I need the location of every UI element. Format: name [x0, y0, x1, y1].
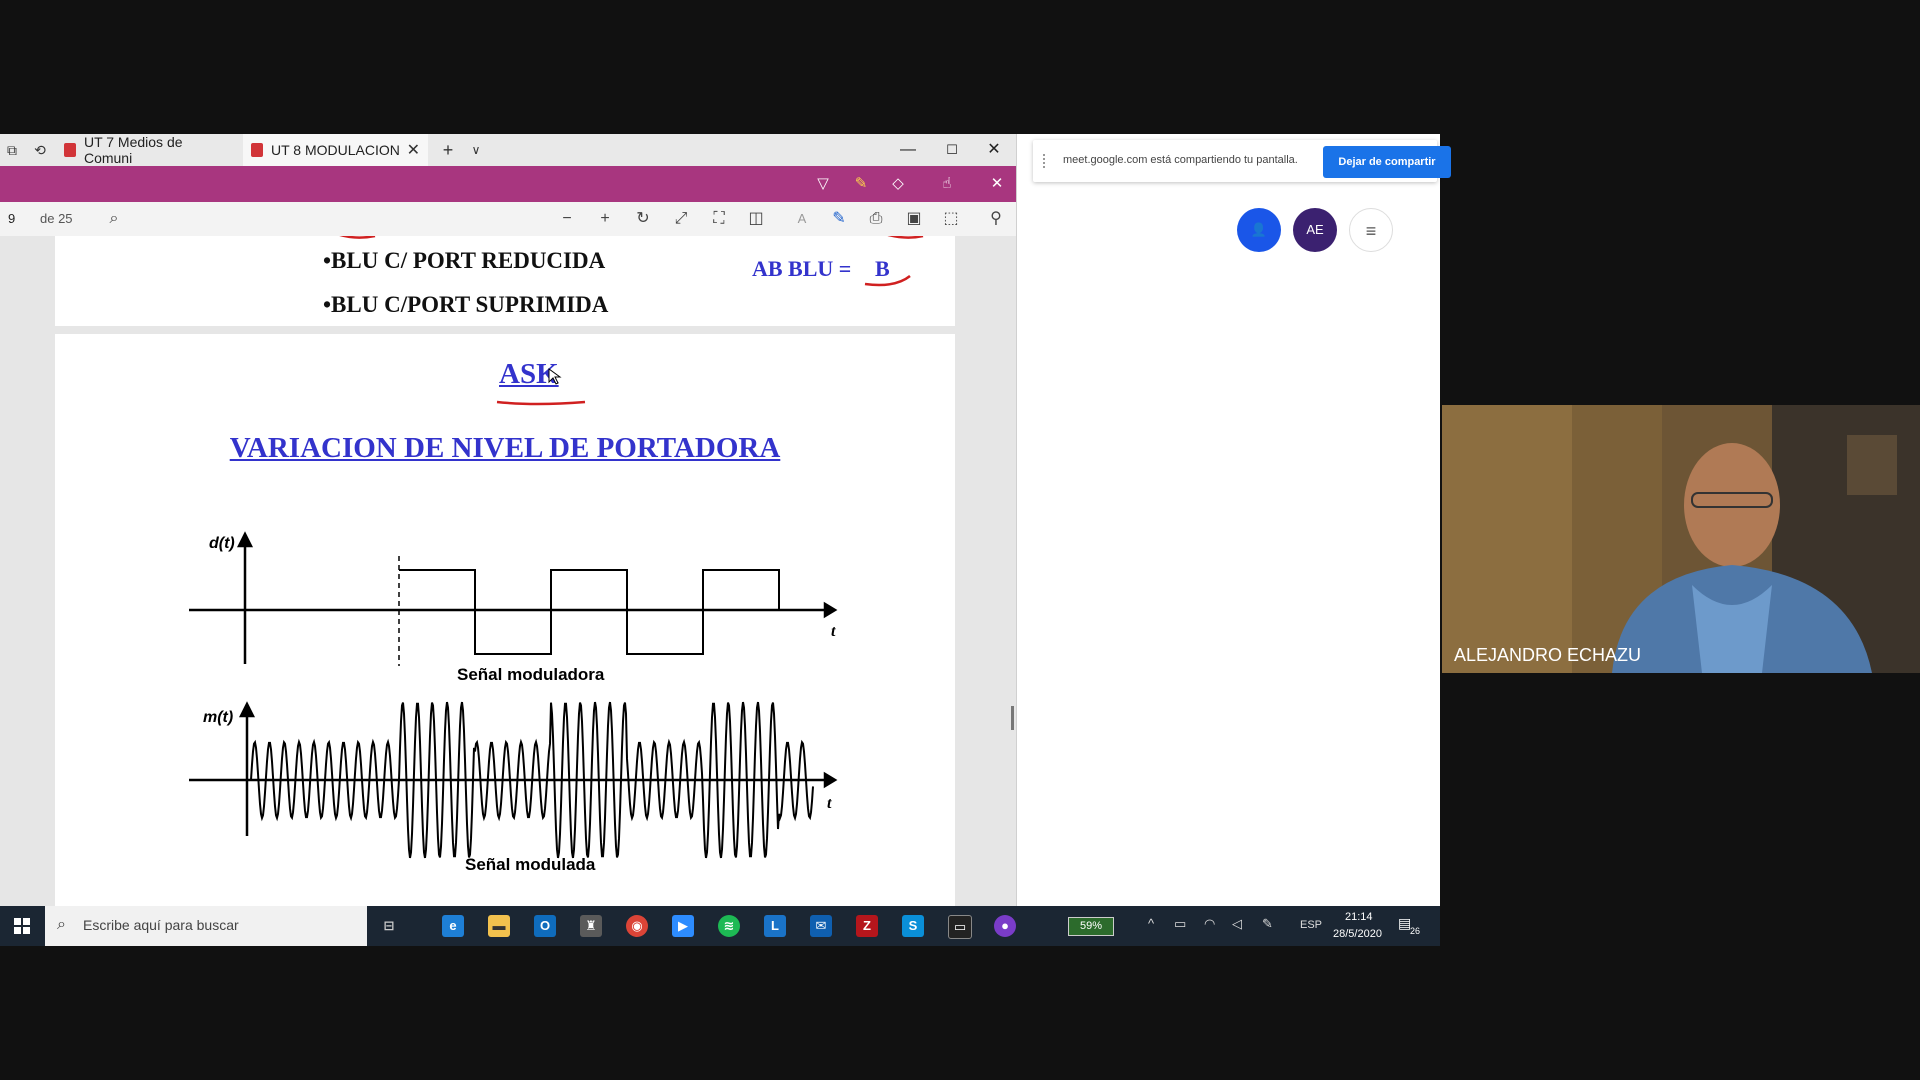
clock-time[interactable]: 21:14 [1345, 911, 1373, 923]
minimize-button[interactable]: — [888, 134, 928, 166]
tab-label: UT 8 MODULACION [271, 142, 400, 158]
tab-menu-button[interactable]: ∨ [466, 140, 486, 160]
zoom-out-icon[interactable]: − [557, 209, 577, 229]
rotate-icon[interactable]: ↻ [633, 209, 653, 229]
mail-icon[interactable]: ✉ [810, 915, 832, 937]
task-view-icon[interactable]: ⊟ [378, 915, 400, 937]
new-tab-button[interactable]: + [438, 140, 458, 160]
touch-write-icon[interactable]: ☝ [937, 174, 957, 194]
volume-icon[interactable]: ◁ [1232, 916, 1242, 932]
close-ink-icon[interactable]: ✕ [987, 174, 1007, 194]
ink-annotations [339, 236, 924, 287]
app-icon[interactable]: ♜ [580, 915, 602, 937]
top-caption: Señal moduladora [457, 665, 605, 684]
screen-share-banner: meet.google.com está compartiendo tu pan… [1033, 140, 1451, 182]
fit-page-icon[interactable]: ⤢ [671, 209, 691, 229]
participant-image [1442, 405, 1920, 673]
show-hidden-icons-icon[interactable]: ^ [1148, 916, 1154, 931]
page-number-input[interactable]: 9 [8, 211, 15, 226]
ask-diagram: d(t) t Señal moduladora m(t) t Señal mod… [189, 531, 838, 874]
top-x-arrow [823, 601, 838, 619]
search-icon: ⌕ [57, 916, 66, 933]
pin-icon[interactable]: ⚲ [986, 209, 1006, 229]
menu-icon[interactable]: ≡ [1349, 208, 1393, 252]
meet-pane: meet.google.com está compartiendo tu pan… [1016, 134, 1451, 908]
save-icon[interactable]: ▣ [904, 209, 924, 229]
pdf-icon [64, 143, 76, 157]
highlighter-icon[interactable]: ▽ [813, 174, 833, 194]
windows-taskbar: ⌕ Escribe aquí para buscar ⊟ e ▬ O ♜ ◉ ▶… [0, 906, 1440, 946]
avatar[interactable]: AE [1293, 208, 1337, 252]
language-indicator[interactable]: ESP [1300, 919, 1322, 931]
edge-icon[interactable]: e [442, 915, 464, 937]
close-window-button[interactable]: ✕ [974, 134, 1014, 166]
bottom-x-arrow [823, 771, 838, 789]
chrome-icon[interactable]: ◉ [626, 915, 648, 937]
tab-label: UT 7 Medios de Comuni [83, 134, 183, 166]
read-aloud-icon[interactable]: A [792, 209, 812, 229]
skype-icon[interactable]: S [902, 915, 924, 937]
spotify-icon[interactable]: ≋ [718, 915, 740, 937]
pdf-page-previous: •BLU C/ PORT REDUCIDA •BLU C/PORT SUPRIM… [55, 236, 955, 326]
notification-count: 26 [1410, 926, 1421, 936]
filezilla-icon[interactable]: Z [856, 915, 878, 937]
tab-ut8[interactable]: UT 8 MODULACION ✕ [243, 134, 428, 166]
modulating-square-wave [399, 569, 780, 655]
browser-tab-bar: ⧉ ⟲ UT 7 Medios de Comuni UT 8 MODULACIO… [0, 134, 1016, 166]
zoom-in-icon[interactable]: + [595, 209, 615, 229]
wifi-icon[interactable]: ◠ [1204, 916, 1215, 932]
participant-name: ALEJANDRO ECHAZU [1454, 645, 1642, 665]
drop-app-icon[interactable]: ● [994, 915, 1016, 937]
cursor-icon [548, 368, 562, 385]
full-screen-icon[interactable]: ⛶ [709, 209, 729, 229]
print-icon[interactable]: ⎙ [866, 209, 886, 229]
clock-date[interactable]: 28/5/2020 [1333, 928, 1382, 940]
page-total: de 25 [40, 211, 73, 226]
file-explorer-icon[interactable]: ▬ [488, 915, 510, 937]
bottom-x-label: t [827, 795, 832, 812]
pdf-icon [251, 143, 263, 157]
pdf-toolbar: 9 de 25 ⌕ − + ↻ ⤢ ⛶ ◫ A ✎ ⎙ ▣ ⬚ ⚲ [0, 202, 1016, 237]
page-view-icon[interactable]: ◫ [746, 209, 766, 229]
outlook-icon[interactable]: O [534, 915, 556, 937]
bottom-caption: Señal modulada [465, 855, 596, 874]
l-app-icon[interactable]: L [764, 915, 786, 937]
windows-icon [14, 918, 30, 934]
search-placeholder: Escribe aquí para buscar [83, 917, 239, 933]
search-icon[interactable]: ⌕ [104, 209, 124, 229]
drag-handle-icon[interactable] [1043, 154, 1049, 168]
maximize-button[interactable]: ☐ [932, 134, 972, 166]
close-tab-icon[interactable]: ✕ [407, 140, 420, 160]
taskbar-search[interactable]: ⌕ Escribe aquí para buscar [45, 906, 367, 946]
pdf-page-current: ASK VARIACION DE NIVEL DE PORTADORA d(t)… [55, 334, 955, 946]
participant-video: ALEJANDRO ECHAZU [1442, 405, 1920, 673]
tabs-aside-icon[interactable]: ⟲ [30, 140, 50, 160]
start-button[interactable] [14, 918, 30, 934]
terminal-icon[interactable]: ▭ [948, 915, 972, 939]
bottom-y-label: m(t) [203, 709, 233, 726]
draw-icon[interactable]: ✎ [829, 209, 849, 229]
stop-sharing-button[interactable]: Dejar de compartir [1323, 146, 1451, 178]
top-y-arrow [236, 531, 254, 548]
tab-ut7[interactable]: UT 7 Medios de Comuni [56, 134, 242, 166]
present-user-icon[interactable]: 👤 [1237, 208, 1281, 252]
ink-toolbar: ▽ ✎ ◇ ☝ ✕ [0, 166, 1016, 202]
top-y-label: d(t) [209, 535, 235, 552]
pen-icon[interactable]: ✎ [1262, 916, 1273, 932]
battery-icon[interactable]: ▭ [1174, 916, 1186, 932]
shared-screen: ⧉ ⟲ UT 7 Medios de Comuni UT 8 MODULACIO… [0, 134, 1451, 946]
scrollbar-thumb[interactable] [1011, 706, 1014, 730]
share-message: meet.google.com está compartiendo tu pan… [1063, 154, 1298, 166]
battery-indicator[interactable]: 59% [1068, 917, 1114, 936]
tab-actions-icon[interactable]: ⧉ [2, 140, 22, 160]
pdf-document-area[interactable]: •BLU C/ PORT REDUCIDA •BLU C/PORT SUPRIM… [0, 236, 1016, 946]
top-x-label: t [831, 623, 836, 640]
bottom-y-arrow [238, 701, 256, 718]
highlight-text-icon[interactable]: ✎ [851, 174, 871, 194]
eraser-icon[interactable]: ◇ [888, 174, 908, 194]
save-as-icon[interactable]: ⬚ [941, 209, 961, 229]
zoom-icon[interactable]: ▶ [672, 915, 694, 937]
